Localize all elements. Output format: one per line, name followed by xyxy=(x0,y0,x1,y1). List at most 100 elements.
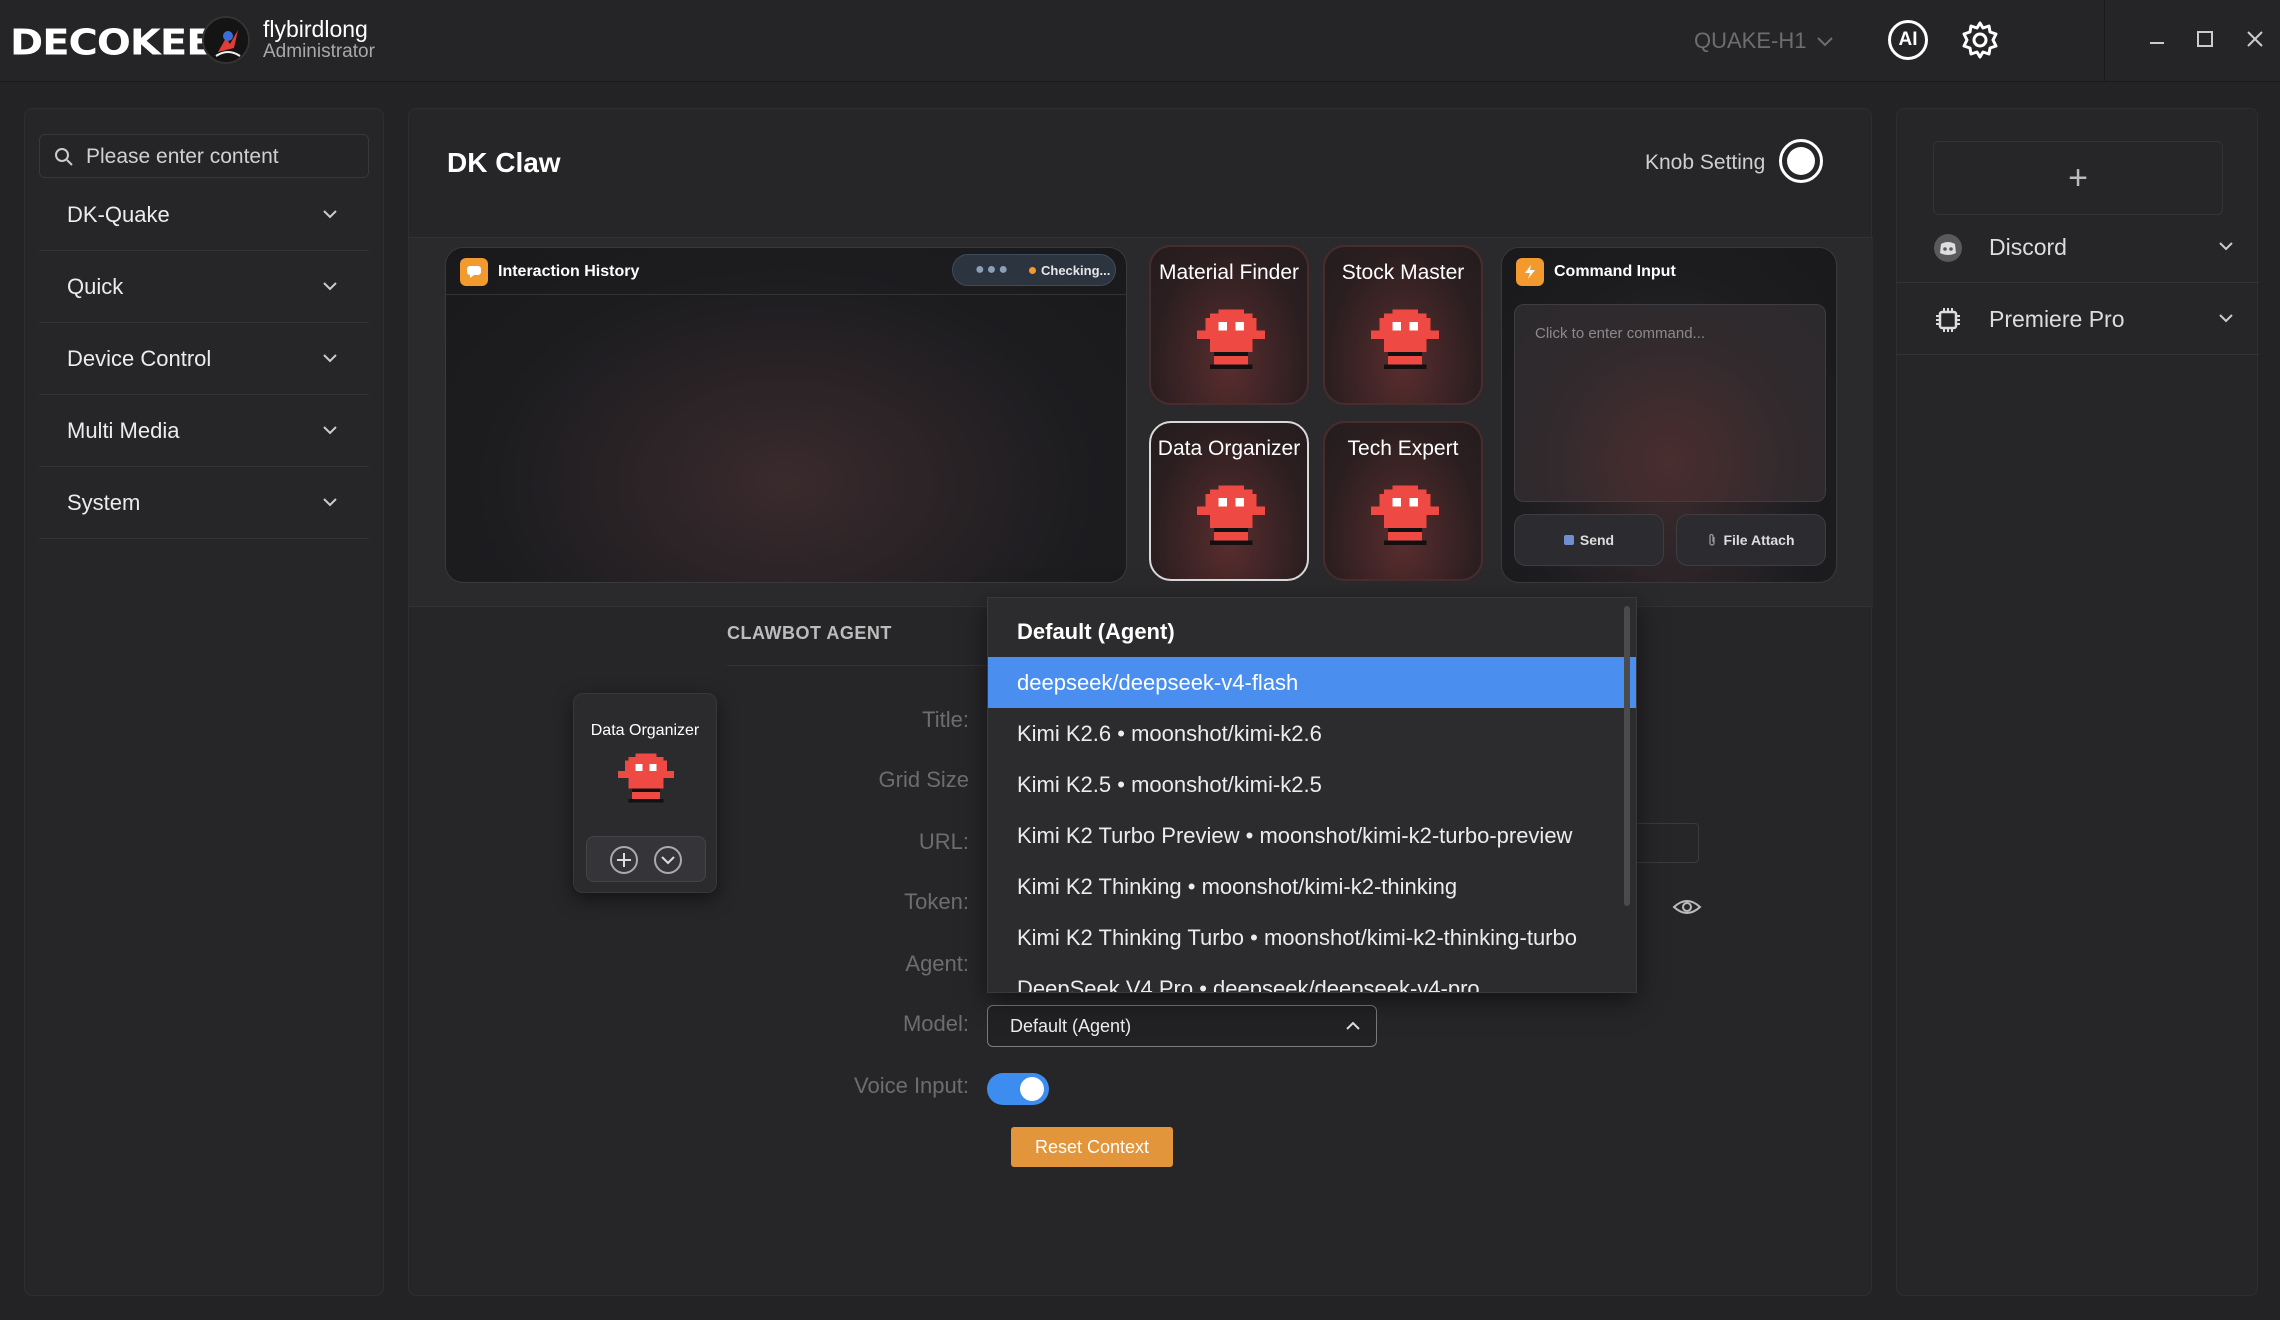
left-sidebar: Please enter content DK-Quake Quick Devi… xyxy=(24,108,384,1296)
pixel-robot-icon xyxy=(1197,485,1265,545)
pixel-robot-icon xyxy=(1371,485,1439,545)
maximize-button[interactable] xyxy=(2190,24,2220,54)
interaction-history-card: Interaction History ●●● Checking... xyxy=(445,247,1127,583)
loading-dots-icon: ●●● xyxy=(975,261,1010,278)
close-button[interactable] xyxy=(2240,24,2270,54)
status-dot xyxy=(1029,267,1036,274)
chevron-down-icon xyxy=(323,210,337,219)
add-plugin-button[interactable]: + xyxy=(1933,141,2223,215)
file-attach-label: File Attach xyxy=(1723,532,1795,548)
pixel-robot-icon xyxy=(1197,309,1265,369)
app-window: DECOKEE flybirdlong Administrator QUAKE-… xyxy=(0,0,2280,1320)
maximize-icon xyxy=(2197,31,2213,47)
url-label: URL: xyxy=(918,829,969,854)
dropdown-scrollbar[interactable] xyxy=(1624,606,1630,906)
agent-card-tech-expert[interactable]: Tech Expert xyxy=(1323,421,1483,581)
url-input[interactable] xyxy=(1629,823,1699,863)
command-input[interactable]: Click to enter command... xyxy=(1514,304,1826,502)
pixel-robot-icon xyxy=(1371,309,1439,369)
model-selected-value: Default (Agent) xyxy=(1010,1016,1132,1036)
dropdown-option-deepseek-v4-pro[interactable]: DeepSeek V4 Pro • deepseek/deepseek-v4-p… xyxy=(988,963,1636,993)
preview-agent-name: Data Organizer xyxy=(590,722,700,739)
sidebar-item-label: Device Control xyxy=(67,346,212,371)
chip-icon xyxy=(1936,308,1960,332)
sidebar-item-quick[interactable]: Quick xyxy=(39,251,369,323)
minimize-button[interactable] xyxy=(2142,24,2172,54)
status-text: Checking... xyxy=(1041,263,1111,278)
agent-card-data-organizer[interactable]: Data Organizer xyxy=(1149,421,1309,581)
dropdown-option-kimi-k2-thinking[interactable]: Kimi K2 Thinking • moonshot/kimi-k2-thin… xyxy=(988,861,1636,912)
history-title: Interaction History xyxy=(498,263,640,280)
chevron-down-icon xyxy=(323,354,337,363)
dropdown-option-kimi-k2-5[interactable]: Kimi K2.5 • moonshot/kimi-k2.5 xyxy=(988,759,1636,810)
chevron-down-icon[interactable] xyxy=(653,845,683,875)
chevron-down-icon xyxy=(323,498,337,507)
command-title: Command Input xyxy=(1554,263,1676,280)
send-button[interactable]: Send xyxy=(1514,514,1664,566)
sidebar-item-label: Multi Media xyxy=(67,418,180,443)
settings-gear-icon[interactable] xyxy=(1960,20,2000,60)
agent-name: Material Finder xyxy=(1158,261,1300,284)
user-name: flybirdlong xyxy=(263,16,368,42)
title-label: Title: xyxy=(922,707,969,732)
model-label: Model: xyxy=(902,1011,969,1036)
page-title: DK Claw xyxy=(447,147,561,178)
status-badge: ●●● Checking... xyxy=(952,254,1116,286)
sidebar-item-dk-quake[interactable]: DK-Quake xyxy=(39,179,369,251)
agent-card-stock-master[interactable]: Stock Master xyxy=(1323,245,1483,405)
device-selector[interactable]: QUAKE-H1 xyxy=(1694,28,1834,54)
user-role: Administrator xyxy=(263,41,375,62)
paperclip-icon xyxy=(1709,533,1716,546)
sidebar-item-label: System xyxy=(67,490,141,515)
dropdown-option-deepseek-v4-flash[interactable]: deepseek/deepseek-v4-flash xyxy=(988,657,1636,708)
chevron-up-icon xyxy=(1346,1021,1360,1030)
title-bar: DECOKEE flybirdlong Administrator QUAKE-… xyxy=(0,0,2280,82)
grid-size-label: Grid Size xyxy=(878,767,969,792)
send-label: Send xyxy=(1579,532,1615,548)
ai-button[interactable]: AI xyxy=(1888,20,1928,60)
history-divider xyxy=(446,294,1126,295)
minimize-icon xyxy=(2150,42,2164,44)
knob-setting-toggle[interactable] xyxy=(1779,139,1823,183)
send-icon xyxy=(1563,535,1574,545)
eye-icon[interactable] xyxy=(1671,891,1703,923)
agent-name: Data Organizer xyxy=(1157,437,1301,460)
section-title: CLAWBOT AGENT xyxy=(727,623,892,643)
toggle-knob xyxy=(1020,1077,1044,1101)
agent-card-material-finder[interactable]: Material Finder xyxy=(1149,245,1309,405)
plugin-label: Discord xyxy=(1989,234,2067,260)
command-input-card: Command Input Click to enter command... … xyxy=(1501,247,1837,583)
token-label: Token: xyxy=(904,889,969,914)
agent-name: Stock Master xyxy=(1341,261,1465,284)
discord-icon xyxy=(1934,234,1962,262)
sidebar-item-label: DK-Quake xyxy=(67,202,170,227)
command-placeholder: Click to enter command... xyxy=(1535,325,1706,342)
preview-controls xyxy=(586,836,706,882)
right-panel: + Discord Premiere Pro xyxy=(1896,108,2259,1296)
device-name: QUAKE-H1 xyxy=(1694,28,1807,53)
model-select[interactable]: Default (Agent) xyxy=(987,1005,1377,1047)
file-attach-button[interactable]: File Attach xyxy=(1676,514,1826,566)
user-avatar[interactable] xyxy=(202,16,250,64)
chevron-down-icon xyxy=(1817,37,1834,47)
reset-context-button[interactable]: Reset Context xyxy=(1011,1127,1173,1167)
plus-icon[interactable] xyxy=(609,845,639,875)
chevron-down-icon xyxy=(323,282,337,291)
plugin-item-discord[interactable]: Discord xyxy=(1897,211,2259,283)
dropdown-option-default-agent[interactable]: Default (Agent) xyxy=(988,606,1636,657)
dropdown-option-kimi-k2-thinking-turbo[interactable]: Kimi K2 Thinking Turbo • moonshot/kimi-k… xyxy=(988,912,1636,963)
command-icon xyxy=(1516,258,1544,286)
sidebar-item-system[interactable]: System xyxy=(39,467,369,539)
close-icon xyxy=(2247,31,2263,47)
plugin-item-premiere-pro[interactable]: Premiere Pro xyxy=(1897,283,2259,355)
brand-logo: DECOKEE xyxy=(10,22,214,64)
search-input[interactable]: Please enter content xyxy=(39,134,369,178)
dropdown-option-kimi-k2-6[interactable]: Kimi K2.6 • moonshot/kimi-k2.6 xyxy=(988,708,1636,759)
titlebar-separator xyxy=(2104,0,2105,82)
dropdown-option-kimi-k2-turbo-preview[interactable]: Kimi K2 Turbo Preview • moonshot/kimi-k2… xyxy=(988,810,1636,861)
voice-input-toggle[interactable] xyxy=(987,1073,1049,1105)
section-divider xyxy=(727,665,1027,666)
sidebar-item-device-control[interactable]: Device Control xyxy=(39,323,369,395)
sidebar-item-multi-media[interactable]: Multi Media xyxy=(39,395,369,467)
agent-name: Tech Expert xyxy=(1347,437,1459,460)
